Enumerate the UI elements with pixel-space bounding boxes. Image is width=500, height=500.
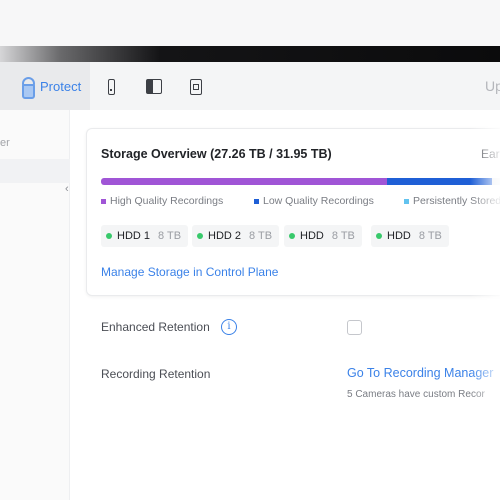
legend-swatch-high-quality [101, 198, 106, 204]
recording-retention-label: Recording Retention [101, 367, 211, 381]
tab-protect[interactable]: Protect [0, 62, 90, 110]
storage-overview-right-text: Ear [481, 147, 500, 161]
custom-retention-note: 5 Cameras have custom Recor [347, 389, 485, 400]
manage-storage-link[interactable]: Manage Storage in Control Plane [101, 265, 278, 279]
sidebar-collapse-chevron-icon[interactable]: ‹ [65, 183, 69, 195]
drive-size: 8 TB [418, 230, 442, 242]
drive-status-dot [106, 233, 112, 239]
drive-status-dot [197, 233, 203, 239]
enhanced-retention-checkbox[interactable] [347, 320, 362, 335]
browser-top-strip [0, 0, 500, 46]
legend-item-persistent: Persistently Stored [404, 195, 500, 207]
drive-chip[interactable]: HDD 2 8 TB [192, 225, 280, 247]
header-right-text: Up [485, 78, 500, 94]
drive-name: HDD 1 [117, 230, 151, 242]
legend-label-high-quality: High Quality Recordings [110, 195, 224, 207]
drive-size: 8 TB [249, 230, 273, 242]
storage-legend: High Quality Recordings Low Quality Reco… [101, 195, 500, 209]
legend-swatch-low-quality [254, 198, 259, 204]
drive-name: HDD 2 [208, 230, 242, 242]
sidebar: er [0, 110, 70, 500]
drive-status-dot [289, 233, 295, 239]
usage-segment-high-quality [101, 178, 387, 185]
drive-chip[interactable]: HDD 1 8 TB [101, 225, 189, 247]
drive-status-dot [376, 233, 382, 239]
protect-app-icon [22, 77, 35, 99]
storage-usage-bar [101, 178, 500, 185]
drive-chip[interactable]: HDD 8 TB [371, 225, 449, 247]
info-icon[interactable]: i [221, 319, 237, 335]
legend-swatch-persistent [404, 198, 409, 204]
sidebar-item-selected[interactable] [0, 159, 70, 183]
legend-item-low-quality: Low Quality Recordings [254, 195, 374, 207]
storage-overview-card: Storage Overview (27.26 TB / 31.95 TB) E… [86, 128, 500, 296]
drive-chip[interactable]: HDD 8 TB [284, 225, 362, 247]
enhanced-retention-label: Enhanced Retention [101, 320, 210, 334]
storage-overview-title: Storage Overview (27.26 TB / 31.95 TB) [101, 147, 332, 161]
window-title-bar [0, 46, 500, 62]
go-to-recording-manager-link[interactable]: Go To Recording Manager [347, 366, 493, 380]
app-header: Protect Up [0, 62, 500, 110]
split-view-icon[interactable] [146, 79, 162, 94]
drive-name: HDD [300, 230, 324, 242]
sidebar-item-partial[interactable]: er [0, 137, 10, 149]
legend-label-persistent: Persistently Stored [413, 195, 500, 207]
drive-name: HDD [387, 230, 411, 242]
doorbell-icon[interactable] [190, 79, 202, 95]
device-phone-icon[interactable] [108, 79, 115, 95]
drive-size: 8 TB [331, 230, 355, 242]
legend-item-high-quality: High Quality Recordings [101, 195, 223, 207]
protect-tab-label: Protect [40, 78, 82, 94]
legend-label-low-quality: Low Quality Recordings [263, 195, 374, 207]
drive-size: 8 TB [158, 230, 182, 242]
usage-segment-low-quality [386, 178, 492, 185]
